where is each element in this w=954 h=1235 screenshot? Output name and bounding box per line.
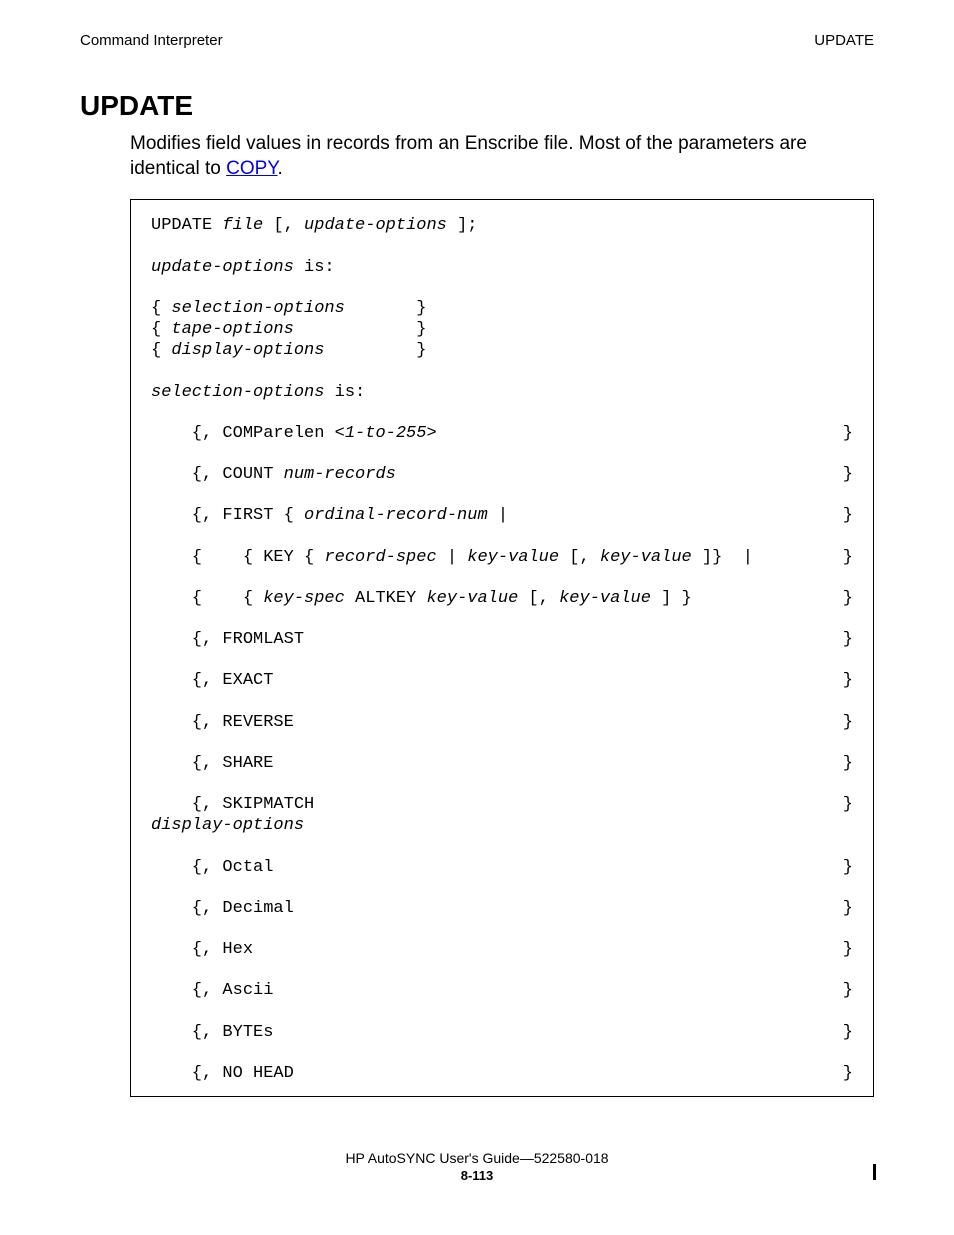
syntax-opt-count: {, COUNT num-records } [151,464,853,485]
syntax-opt-bytes: {, BYTEs} [151,1022,853,1043]
main-content: UPDATE Modifies field values in records … [80,90,874,1097]
change-bar-icon [873,1164,876,1180]
syntax-update-options-label: update-options is: [151,257,853,278]
syntax-opt-reverse: {, REVERSE} [151,712,853,733]
syntax-opt-nohead: {, NO HEAD} [151,1063,853,1084]
syntax-group-selection: { selection-options } [151,298,853,319]
syntax-group-display: { display-options } [151,340,853,361]
syntax-opt-ascii: {, Ascii} [151,980,853,1001]
intro-text-2: . [278,158,283,179]
syntax-line-update: UPDATE file [, update-options ]; [151,215,853,236]
footer-page-number: 8-113 [0,1167,954,1185]
header-left: Command Interpreter [80,32,223,49]
syntax-opt-altkey: { { key-spec ALTKEY key-value [, key-val… [151,588,853,609]
syntax-opt-octal: {, Octal} [151,857,853,878]
syntax-opt-first: {, FIRST { ordinal-record-num | } [151,505,853,526]
syntax-opt-exact: {, EXACT} [151,670,853,691]
syntax-box: UPDATE file [, update-options ]; update-… [130,199,874,1097]
copy-link[interactable]: COPY [226,158,277,179]
page-footer: HP AutoSYNC User's Guide—522580-018 8-11… [0,1149,954,1185]
syntax-opt-skipmatch: {, SKIPMATCH} [151,794,853,815]
document-page: Command Interpreter UPDATE UPDATE Modifi… [0,0,954,1235]
syntax-opt-fromlast: {, FROMLAST} [151,629,853,650]
syntax-opt-share: {, SHARE} [151,753,853,774]
intro-paragraph: Modifies field values in records from an… [130,132,874,181]
header-right: UPDATE [814,32,874,49]
syntax-display-options-label: display-options [151,815,853,836]
syntax-opt-key: { { KEY { record-spec | key-value [, key… [151,547,853,568]
footer-doc-title: HP AutoSYNC User's Guide—522580-018 [0,1149,954,1168]
syntax-group-tape: { tape-options } [151,319,853,340]
syntax-selection-options-label: selection-options is: [151,382,853,403]
page-title: UPDATE [80,90,874,122]
syntax-opt-comparelen: {, COMParelen <1-to-255> } [151,423,853,444]
running-header: Command Interpreter UPDATE [80,32,874,49]
syntax-opt-decimal: {, Decimal} [151,898,853,919]
syntax-opt-hex: {, Hex} [151,939,853,960]
